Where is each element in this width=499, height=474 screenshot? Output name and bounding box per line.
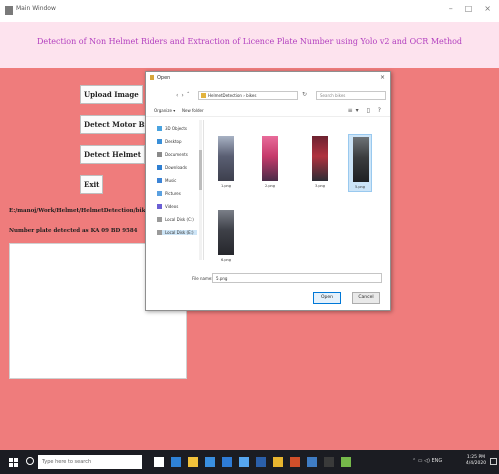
detect-helmet-button[interactable]: Detect Helmet — [80, 145, 145, 164]
photos-icon[interactable] — [239, 457, 249, 467]
nav-item-label: Local Disk (C:) — [165, 217, 194, 222]
file-name: 6.png — [220, 258, 231, 262]
new-folder-button[interactable]: New folder — [182, 108, 204, 113]
file-explorer-icon[interactable] — [188, 457, 198, 467]
back-forward-icon[interactable]: ‹›ˆ — [176, 92, 193, 99]
cube-icon — [157, 126, 162, 131]
nav-item-downloads[interactable]: Downloads — [157, 165, 187, 170]
app-title: Detection of Non Helmet Riders and Extra… — [36, 37, 463, 46]
terminal-icon[interactable] — [324, 457, 334, 467]
nav-item-videos[interactable]: Videos — [157, 204, 178, 209]
task-view-icon[interactable] — [154, 457, 164, 467]
taskbar: Type here to search ⌃ ▭ ◁) ENG 1:25 PM 4… — [0, 450, 499, 474]
dialog-title: Open — [150, 75, 170, 81]
view-options-icon[interactable]: ≡▾ ▯ ? — [348, 107, 384, 114]
mail-icon[interactable] — [222, 457, 232, 467]
plate-result-label: Number plate detected as KA 09 BD 9584 — [9, 228, 138, 234]
organize-menu[interactable]: Organize ▾ — [154, 108, 175, 113]
cancel-button[interactable]: Cancel — [352, 292, 380, 304]
clock[interactable]: 1:25 PM 4/4/2020 — [464, 455, 488, 467]
image-thumbnail — [262, 136, 278, 181]
file-name-label: File name: — [192, 276, 213, 281]
nav-item-local-disk-e[interactable]: Local Disk (E:) — [157, 230, 197, 235]
desktop-icon — [157, 139, 162, 144]
nav-pane-scrollbar[interactable] — [199, 120, 202, 260]
windows-start-icon[interactable] — [9, 458, 18, 467]
file-name: 1.png — [220, 184, 231, 188]
firefox-icon[interactable] — [290, 457, 300, 467]
drive-icon — [157, 230, 162, 235]
close-button[interactable]: × — [484, 4, 491, 13]
file-name: 5.png — [354, 185, 365, 189]
nav-item-desktop[interactable]: Desktop — [157, 139, 182, 144]
nav-item-pictures[interactable]: Pictures — [157, 191, 181, 196]
nav-item-documents[interactable]: Documents — [157, 152, 188, 157]
documents-icon — [157, 152, 162, 157]
nav-item-label: Documents — [165, 152, 188, 157]
open-file-dialog: Open × ‹›ˆ HelmetDetection › bikes ↻ Sea… — [145, 71, 391, 311]
image-thumbnail — [353, 137, 369, 182]
folder-icon — [150, 75, 154, 80]
open-button[interactable]: Open — [313, 292, 341, 304]
nav-item-label: 3D Objects — [165, 126, 188, 131]
notification-icon[interactable] — [490, 458, 497, 465]
download-icon — [157, 165, 162, 170]
upload-image-button[interactable]: Upload Image — [80, 85, 143, 104]
app-window-icon — [5, 6, 13, 15]
image-thumbnail — [218, 136, 234, 181]
nav-item-label: Videos — [165, 204, 179, 209]
exit-button[interactable]: Exit — [80, 175, 104, 194]
file-item[interactable]: 1.png — [214, 134, 238, 192]
file-name: 3.png — [314, 184, 325, 188]
nav-item-label: Local Disk (E:) — [165, 230, 194, 235]
file-item[interactable]: 5.png — [348, 134, 372, 192]
app-header: Detection of Non Helmet Riders and Extra… — [0, 22, 499, 68]
dialog-navigation-bar: ‹›ˆ HelmetDetection › bikes ↻ Search bik… — [146, 88, 390, 103]
dialog-toolbar: Organize ▾ New folder ≡▾ ▯ ? — [146, 105, 390, 117]
taskbar-search-input[interactable]: Type here to search — [38, 455, 142, 469]
image-thumbnail — [218, 210, 234, 255]
window-titlebar: Main Window – □ × — [0, 0, 499, 22]
music-icon — [157, 178, 162, 183]
nav-item-local-disk-c[interactable]: Local Disk (C:) — [157, 217, 194, 222]
store-icon[interactable] — [205, 457, 215, 467]
navigation-pane: 3D Objects Desktop Documents Downloads Music… — [154, 120, 204, 260]
word-icon[interactable] — [256, 457, 266, 467]
nav-item-label: Desktop — [165, 139, 182, 144]
nav-item-3d-objects[interactable]: 3D Objects — [157, 126, 187, 131]
file-name: 2.png — [264, 184, 275, 188]
file-list: 1.png 2.png 3.png 5.png 6.png — [210, 122, 390, 262]
nav-item-label: Music — [165, 178, 177, 183]
clock-date: 4/4/2020 — [465, 461, 487, 466]
videos-icon — [157, 204, 162, 209]
minimize-button[interactable]: – — [449, 4, 453, 13]
dialog-search-input[interactable]: Search bikes — [316, 91, 386, 100]
file-item[interactable]: 6.png — [214, 208, 238, 266]
nav-item-music[interactable]: Music — [157, 178, 176, 183]
cortana-icon[interactable] — [26, 457, 34, 465]
pictures-icon — [157, 191, 162, 196]
python-icon[interactable] — [307, 457, 317, 467]
window-title: Main Window — [16, 5, 56, 12]
maximize-button[interactable]: □ — [465, 4, 473, 13]
image-thumbnail — [312, 136, 328, 181]
detect-bike-person-button[interactable]: Detect Motor Bike & Person — [80, 115, 154, 134]
chrome-icon[interactable] — [273, 457, 283, 467]
file-item[interactable]: 2.png — [258, 134, 282, 192]
file-item[interactable]: 3.png — [308, 134, 332, 192]
system-tray[interactable]: ⌃ ▭ ◁) ENG — [412, 458, 442, 464]
file-name-input[interactable]: 5.png — [212, 273, 382, 283]
refresh-icon[interactable]: ↻ — [302, 91, 307, 98]
nav-item-label: Pictures — [165, 191, 181, 196]
drive-icon — [157, 217, 162, 222]
dialog-close-button[interactable]: × — [380, 74, 385, 81]
folder-icon — [201, 93, 206, 98]
edge-icon[interactable] — [171, 457, 181, 467]
nav-item-label: Downloads — [165, 165, 187, 170]
window-controls: – □ × — [449, 4, 491, 13]
app-icon[interactable] — [341, 457, 351, 467]
address-bar[interactable]: HelmetDetection › bikes — [198, 91, 298, 100]
